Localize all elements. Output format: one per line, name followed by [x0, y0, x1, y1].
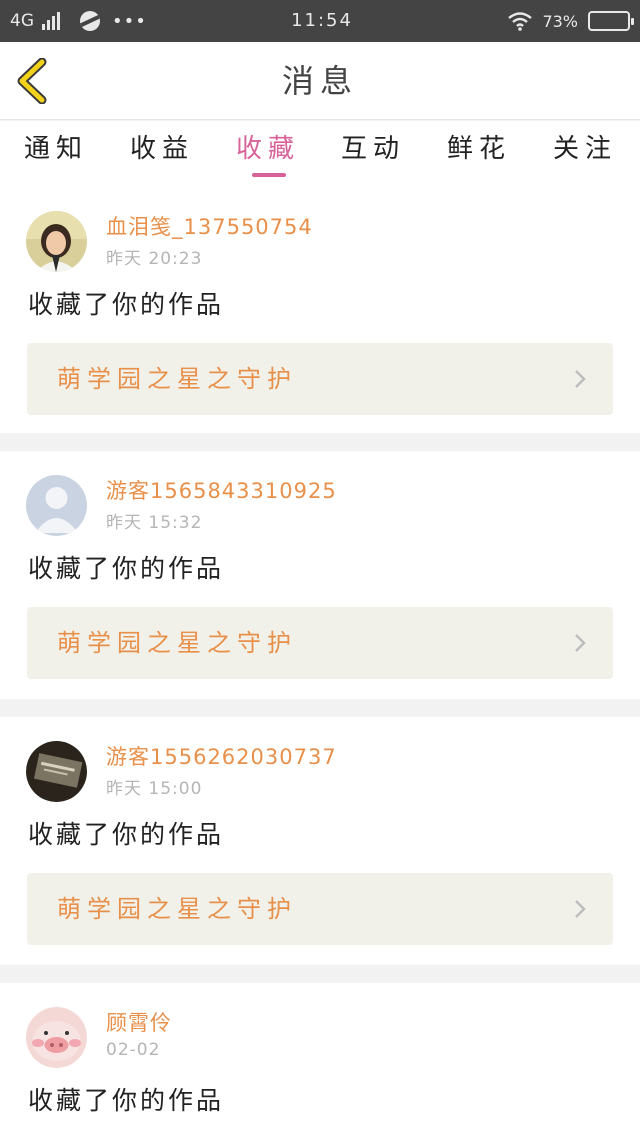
message-text: 收藏了你的作品: [28, 820, 225, 849]
message-card: 顾霄伶 02-02 收藏了你的作品: [0, 983, 640, 1138]
tab-label: 关注: [552, 134, 617, 164]
user-avatar[interactable]: [26, 475, 87, 536]
message-text: 收藏了你的作品: [28, 554, 225, 583]
tab-label: 收藏: [235, 134, 300, 164]
active-tab-indicator: [252, 173, 286, 177]
tab-bar: 通知 收益 收藏 互动 鲜花 关注: [0, 121, 640, 187]
work-title: 萌学园之星之守护: [57, 895, 297, 923]
battery-icon: [588, 11, 634, 31]
username[interactable]: 顾霄伶: [106, 1007, 172, 1037]
tab-earnings[interactable]: 收益: [109, 121, 215, 187]
message-card: 血泪笺_137550754 昨天 20:23 收藏了你的作品 萌学园之星之守护: [0, 187, 640, 433]
username[interactable]: 游客1556262030737: [106, 741, 337, 771]
tab-flowers[interactable]: 鲜花: [426, 121, 532, 187]
wifi-icon: [508, 12, 533, 31]
page-title: 消息: [281, 62, 358, 100]
username[interactable]: 血泪笺_137550754: [106, 211, 313, 241]
work-link[interactable]: 萌学园之星之守护: [27, 607, 613, 679]
work-link[interactable]: 萌学园之星之守护: [27, 343, 613, 415]
work-title: 萌学园之星之守护: [57, 629, 297, 657]
message-time: 02-02: [106, 1040, 161, 1060]
work-link[interactable]: 萌学园之星之守护: [27, 873, 613, 945]
tab-interactions[interactable]: 互动: [320, 121, 426, 187]
battery-percent: 73%: [542, 11, 578, 31]
chevron-right-icon: [575, 900, 586, 918]
message-text: 收藏了你的作品: [28, 290, 225, 319]
work-title: 萌学园之星之守护: [57, 365, 297, 393]
tab-label: 收益: [129, 134, 194, 164]
tab-favorites[interactable]: 收藏: [215, 121, 321, 187]
username[interactable]: 游客15658433109​25: [106, 475, 337, 505]
message-card: 游客15658433109​25 昨天 15:32 收藏了你的作品 萌学园之星之…: [0, 451, 640, 699]
tab-label: 互动: [340, 134, 405, 164]
chevron-right-icon: [575, 634, 586, 652]
tab-label: 通知: [23, 134, 88, 164]
tab-label: 鲜花: [446, 134, 511, 164]
tab-follows[interactable]: 关注: [532, 121, 638, 187]
tab-notifications[interactable]: 通知: [3, 121, 109, 187]
app-header: 消息: [0, 42, 640, 120]
message-text: 收藏了你的作品: [28, 1086, 225, 1115]
message-time: 昨天 15:00: [106, 779, 203, 799]
status-bar: 4G ••• 11:54 73%: [0, 0, 640, 42]
chevron-right-icon: [575, 370, 586, 388]
message-time: 昨天 20:23: [106, 249, 203, 269]
message-card: 游客1556262030737 昨天 15:00 收藏了你的作品 萌学园之星之守…: [0, 717, 640, 965]
user-avatar[interactable]: [26, 1007, 87, 1068]
message-time: 昨天 15:32: [106, 513, 203, 533]
user-avatar[interactable]: [26, 211, 87, 272]
user-avatar[interactable]: [26, 741, 87, 802]
